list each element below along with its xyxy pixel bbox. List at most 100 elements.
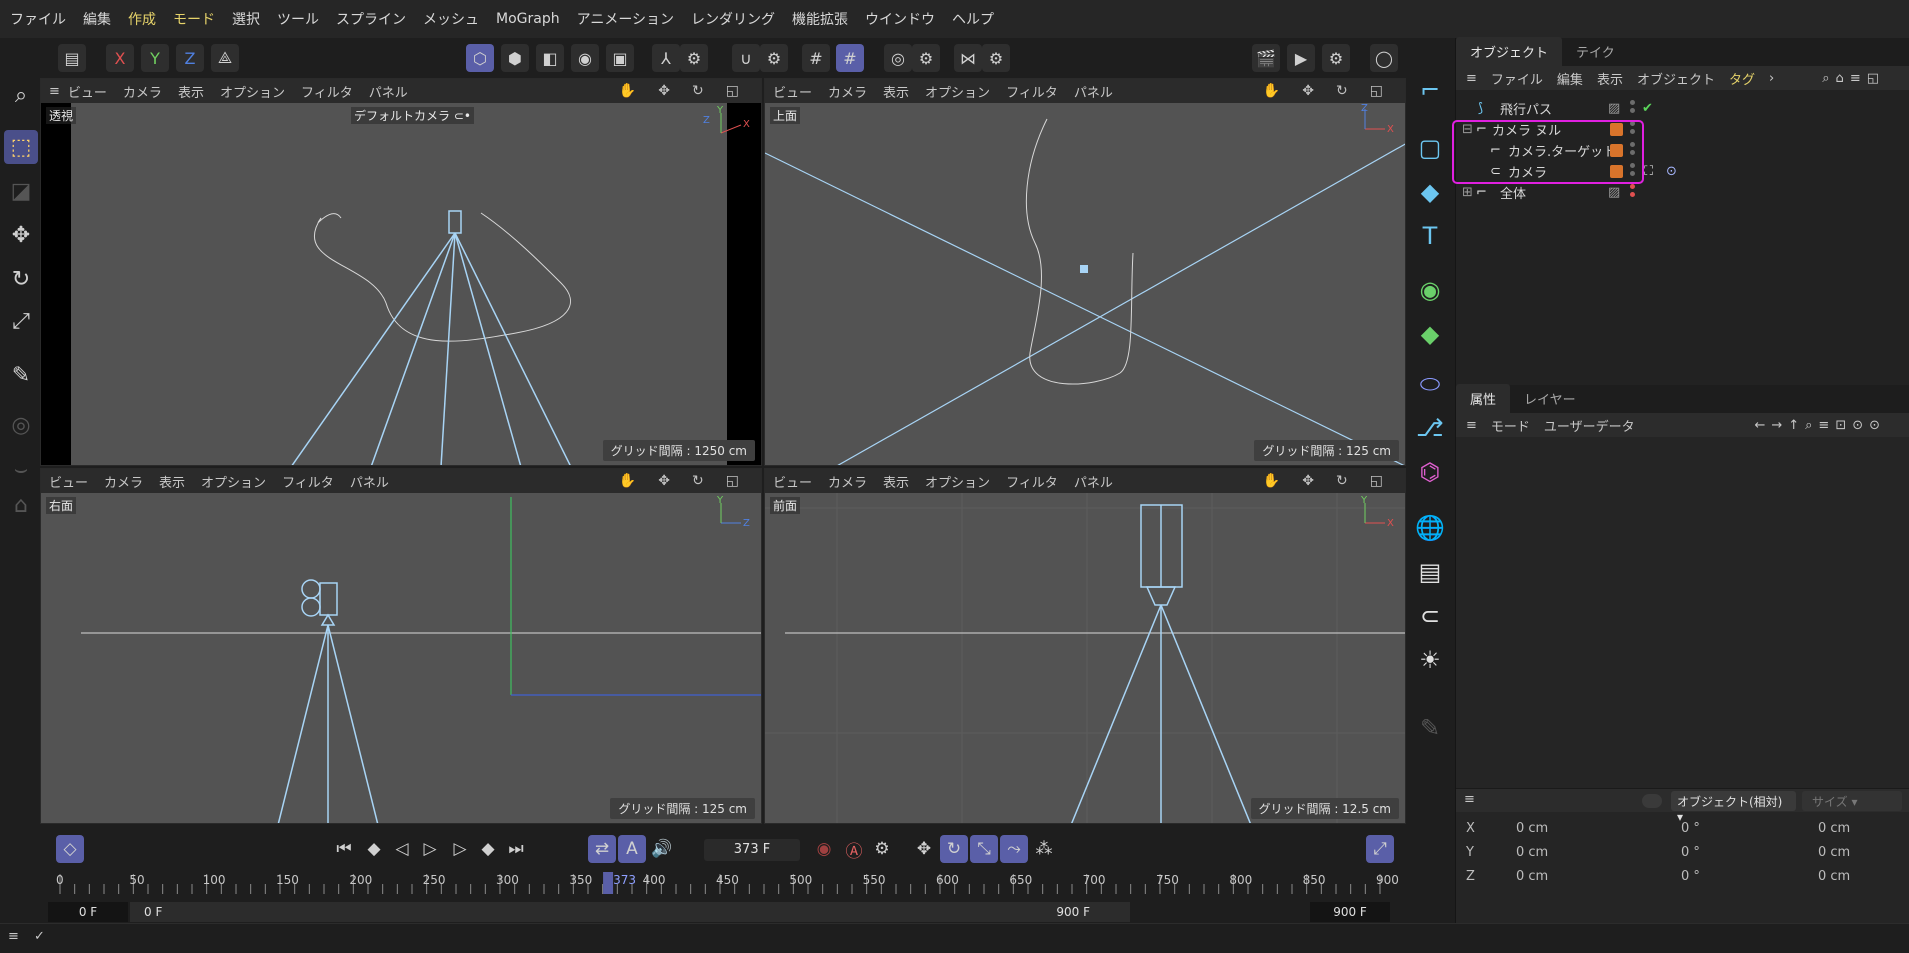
attribute-menu-icon[interactable]: ≡	[1466, 418, 1477, 433]
position-field[interactable]: 0 cm	[1516, 869, 1611, 884]
tab-attributes[interactable]: 属性	[1456, 384, 1511, 413]
vp-menu-filter[interactable]: フィルタ	[282, 472, 334, 491]
menu-select[interactable]: 選択	[232, 9, 260, 29]
axis-mode-icon[interactable]: ⅄	[652, 44, 680, 72]
vp-menu-view[interactable]: ビュー	[773, 82, 812, 101]
size-field[interactable]: 0 cm	[1818, 821, 1888, 836]
bevel-icon[interactable]: ⌣	[4, 452, 38, 486]
obj-menu-edit[interactable]: 編集	[1557, 69, 1583, 88]
visibility-dots[interactable]	[1630, 100, 1636, 114]
scale-icon[interactable]: ⤢	[4, 304, 38, 338]
vp-menu-filter[interactable]: フィルタ	[1006, 472, 1058, 491]
edit-tag-icon[interactable]: ▨	[1608, 101, 1620, 116]
vp-menu-view[interactable]: ビュー	[773, 472, 812, 491]
auto-keyframe-button[interactable]: A	[618, 835, 646, 863]
status-check-icon[interactable]: ✓	[34, 929, 45, 944]
lock-icon[interactable]: ⌂	[4, 488, 38, 522]
viewport-right[interactable]: ビュー カメラ 表示 オプション フィルタ パネル ✋ ✥ ↻ ◱ Z Y 右面 グリ…	[40, 468, 762, 824]
tab-takes[interactable]: テイク	[1562, 37, 1629, 66]
vp-menu-panel[interactable]: パネル	[1074, 472, 1113, 491]
move-icon[interactable]: ✥	[4, 218, 38, 252]
spline-pen-icon[interactable]: ✎	[4, 358, 38, 392]
coords-size-dropdown[interactable]: サイズ ▾	[1802, 791, 1902, 811]
menu-window[interactable]: ウインドウ	[865, 9, 935, 29]
maximize-icon[interactable]: ◱	[726, 473, 739, 489]
menu-file[interactable]: ファイル	[10, 9, 66, 29]
dolly-icon[interactable]: ✥	[658, 473, 670, 489]
preview-range-bar[interactable]: 0 F 900 F	[130, 902, 1130, 922]
visibility-dots[interactable]	[1630, 184, 1636, 198]
vp-menu-camera[interactable]: カメラ	[123, 82, 162, 101]
vp-menu-display[interactable]: 表示	[883, 472, 909, 491]
key-move-icon[interactable]: ✥	[910, 835, 938, 863]
rotation-field[interactable]: 0 °	[1681, 821, 1751, 836]
attribute-nav-icons[interactable]: ←→↑⌕≡⊡⊙⊙	[1754, 418, 1886, 433]
menu-tools[interactable]: ツール	[277, 9, 319, 29]
timeline-ruler[interactable]: 0 50 100 150 200 250 300 350 400 450 500 550 600 650 7…	[40, 870, 1400, 900]
dolly-icon[interactable]: ✥	[658, 83, 670, 99]
position-field[interactable]: 0 cm	[1516, 821, 1611, 836]
object-row-all[interactable]: ⊞ ⌐ 全体 ▨	[1456, 182, 1909, 203]
vp-menu-panel[interactable]: パネル	[369, 82, 408, 101]
edit-tag-icon[interactable]: ▨	[1608, 185, 1620, 200]
loop-icon[interactable]: ⇄	[588, 835, 616, 863]
points-mode-icon[interactable]: ⬢	[501, 44, 529, 72]
key-settings-icon[interactable]: ⚙	[868, 835, 896, 863]
environment-icon[interactable]: 🌐	[1412, 510, 1448, 546]
redshift-icon[interactable]: ◯	[1370, 44, 1398, 72]
sound-icon[interactable]: 🔊	[648, 835, 676, 863]
uv-mode-icon[interactable]: ▣	[606, 44, 634, 72]
key-scale-icon[interactable]: ⤡	[970, 835, 998, 863]
edges-mode-icon[interactable]: ◧	[536, 44, 564, 72]
light-icon[interactable]: ☀	[1412, 642, 1448, 678]
soft-selection-icon[interactable]: ⋈	[954, 44, 982, 72]
check-icon[interactable]: ✔	[1642, 101, 1653, 116]
subdivision-icon[interactable]: ◉	[1412, 272, 1448, 308]
maximize-icon[interactable]: ◱	[1370, 473, 1383, 489]
vp-menu-view[interactable]: ビュー	[49, 472, 88, 491]
current-frame-field[interactable]: 373 F	[704, 839, 800, 861]
null-object-icon[interactable]: ⌐	[1412, 72, 1448, 108]
maximize-icon[interactable]: ◱	[1370, 83, 1383, 99]
chevron-right-icon[interactable]: ›	[1769, 71, 1774, 86]
edit-icon[interactable]: ✎	[1412, 710, 1448, 746]
render-region-icon[interactable]: 🎬	[1252, 44, 1280, 72]
orbit-icon[interactable]: ↻	[692, 473, 704, 489]
keyframe-mode-icon[interactable]: ◇	[56, 835, 84, 863]
coordinate-system-icon[interactable]: ⟁	[211, 44, 239, 72]
grid-icon[interactable]: #	[802, 44, 830, 72]
text-icon[interactable]: T	[1412, 218, 1448, 254]
pan-icon[interactable]: ✋	[619, 83, 636, 99]
hierarchy-icon[interactable]: ⎇	[1412, 410, 1448, 446]
camera-icon[interactable]: ⊂	[1412, 598, 1448, 634]
viewport-menu-icon[interactable]: ≡	[49, 84, 60, 99]
key-rotate-icon[interactable]: ↻	[940, 835, 968, 863]
maximize-icon[interactable]: ◱	[726, 83, 739, 99]
orbit-icon[interactable]: ↻	[1336, 83, 1348, 99]
status-menu-icon[interactable]: ≡	[8, 929, 19, 944]
object-menu-icon[interactable]: ≡	[1466, 71, 1477, 86]
preview-end-field[interactable]: 900 F	[1310, 902, 1390, 922]
vp-menu-options[interactable]: オプション	[220, 82, 285, 101]
live-selection-icon[interactable]: ⬚	[4, 130, 38, 164]
playhead-marker[interactable]	[603, 872, 614, 894]
size-field[interactable]: 0 cm	[1818, 869, 1888, 884]
render-view-icon[interactable]: ▶	[1287, 44, 1315, 72]
prev-key-icon[interactable]: ◆	[360, 835, 388, 863]
deformer-icon[interactable]: ⬭	[1412, 366, 1448, 402]
protection-tag-icon[interactable]: ⛶	[1644, 164, 1653, 179]
pan-icon[interactable]: ✋	[619, 473, 636, 489]
rotation-field[interactable]: 0 °	[1681, 845, 1751, 860]
target-tag-icon[interactable]: ⊙	[1666, 164, 1677, 179]
vp-menu-options[interactable]: オプション	[201, 472, 266, 491]
coords-toggle[interactable]	[1642, 794, 1662, 808]
vp-menu-display[interactable]: 表示	[883, 82, 909, 101]
search-icon[interactable]: ⌕	[4, 78, 38, 112]
snap-magnet-icon[interactable]: ∪	[732, 44, 760, 72]
key-param-icon[interactable]: ⤳	[1000, 835, 1028, 863]
dolly-icon[interactable]: ✥	[1302, 473, 1314, 489]
viewport-perspective[interactable]: ≡ ビュー カメラ 表示 オプション フィルタ パネル ✋ ✥ ↻ ◱ X Y Z 透…	[40, 78, 762, 466]
viewport-front[interactable]: ビュー カメラ 表示 オプション フィルタ パネル ✋ ✥ ↻ ◱ X Y 前面…	[764, 468, 1406, 824]
polygons-mode-icon[interactable]: ◉	[571, 44, 599, 72]
workplane-grid-icon[interactable]: #	[836, 44, 864, 72]
